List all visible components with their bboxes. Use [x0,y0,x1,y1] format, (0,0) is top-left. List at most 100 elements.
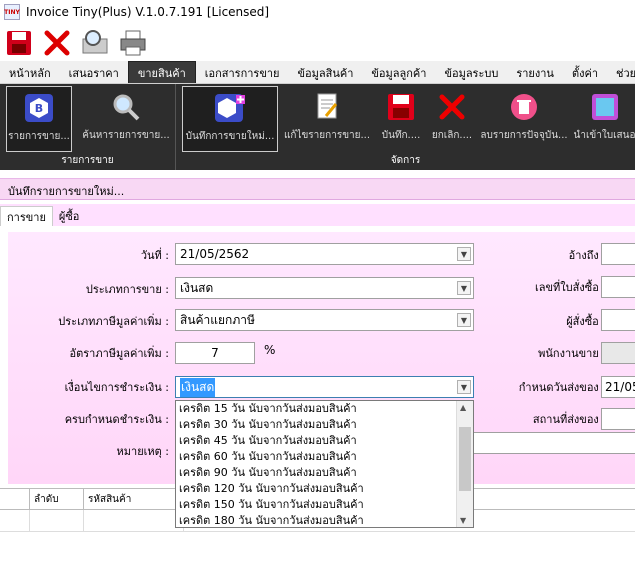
import-quotation-label: นำเข้าใบเสนอ [574,130,635,141]
tab-sales-documents[interactable]: เอกสารการขาย [196,63,289,83]
new-sale-label: บันทึกการขายใหม่... [185,131,275,142]
save-record-button[interactable]: บันทึก.... [376,86,426,152]
quick-toolbar [0,25,635,61]
po-number-input[interactable] [601,276,635,298]
list-item[interactable]: เครดิต 180 วัน นับจากวันส่งมอบสินค้า [176,513,473,527]
document-title: บันทึกรายการขายใหม่... [0,178,635,200]
vat-type-value: สินค้าแยกภาษี [180,312,255,327]
tab-customers[interactable]: ข้อมูลลูกค้า [362,63,435,83]
delivery-place-input[interactable] [601,408,635,430]
tab-sale[interactable]: การขาย [0,206,53,226]
tab-buyer[interactable]: ผู้ซื้อ [52,206,86,226]
note-label: หมายเหตุ : [116,445,169,458]
tab-system[interactable]: ข้อมูลระบบ [435,63,507,83]
edit-sale-label: แก้ไขรายการขาย... [283,130,371,141]
svg-text:B: B [35,102,43,115]
date-label: วันที่ : [140,249,169,262]
tab-home[interactable]: หน้าหลัก [0,63,60,83]
date-value: 21/05/2562 [180,247,250,261]
app-icon: TINY [4,4,20,20]
cancel-icon [435,90,469,124]
delivery-date-input[interactable]: 21/05 [601,376,635,398]
close-icon[interactable] [42,28,72,58]
percent-unit: % [264,343,276,357]
list-item[interactable]: เครดิต 60 วัน นับจากวันส่งมอบสินค้า [176,449,473,465]
po-number-label: เลขที่ใบสั่งซื้อ : [535,281,606,294]
list-item[interactable]: เครดิต 120 วัน นับจากวันส่งมอบสินค้า [176,481,473,497]
delivery-date-label: กำหนดวันส่งของ : [518,381,606,394]
sales-list-icon: B [22,91,56,125]
print-icon[interactable] [118,28,148,58]
vat-rate-label: อัตราภาษีมูลค่าเพิ่ม : [69,347,169,360]
vat-type-select[interactable]: สินค้าแยกภาษี ▼ [175,309,474,331]
reference-input[interactable] [601,243,635,265]
tab-reports[interactable]: รายงาน [507,63,563,83]
ribbon: B รายการขาย... ค้นหารายการขาย... รายการข… [0,84,635,170]
cancel-record-button[interactable]: ยกเลิก.... [428,86,476,152]
ribbon-group-label: รายการขาย [61,155,114,166]
ordered-by-input[interactable] [601,309,635,331]
save-icon [384,90,418,124]
new-sale-button[interactable]: บันทึกการขายใหม่... [182,86,278,152]
menu-bar: หน้าหลัก เสนอราคา ขายสินค้า เอกสารการขาย… [0,61,635,84]
scrollbar-thumb[interactable] [459,427,471,491]
preview-icon[interactable] [80,28,110,58]
dropdown-scrollbar[interactable]: ▲ ▼ [456,401,473,527]
delete-current-label: ลบรายการปัจจุบัน... [480,130,568,141]
column-header-seq[interactable]: ลำดับ [30,489,84,509]
save-icon[interactable] [4,28,34,58]
ribbon-group-sales-list: B รายการขาย... ค้นหารายการขาย... รายการข… [0,84,176,170]
ribbon-group-label: จัดการ [390,155,421,166]
chevron-down-icon[interactable]: ▼ [457,380,471,394]
list-item[interactable]: เครดิต 15 วัน นับจากวันส่งมอบสินค้า [176,401,473,417]
list-item[interactable]: เครดิต 90 วัน นับจากวันส่งมอบสินค้า [176,465,473,481]
trash-icon [507,90,541,124]
tab-sales[interactable]: ขายสินค้า [127,61,196,83]
payment-terms-select[interactable]: เงินสด ▼ [175,376,474,398]
delete-current-button[interactable]: ลบรายการปัจจุบัน... [478,86,570,152]
chevron-down-icon[interactable]: ▼ [457,247,471,261]
chevron-down-icon[interactable]: ▼ [457,281,471,295]
tab-quotation[interactable]: เสนอราคา [60,63,128,83]
list-item[interactable]: เครดิต 45 วัน นับจากวันส่งมอบสินค้า [176,433,473,449]
sales-list-button[interactable]: B รายการขาย... [6,86,72,152]
window-title: Invoice Tiny(Plus) V.1.0.7.191 [Licensed… [26,5,270,19]
import-quotation-button[interactable]: นำเข้าใบเสนอ [574,86,635,152]
search-icon [109,90,143,124]
list-item[interactable]: เครดิต 150 วัน นับจากวันส่งมอบสินค้า [176,497,473,513]
save-record-label: บันทึก.... [381,130,421,141]
sales-list-label: รายการขาย... [8,131,70,142]
search-sales-label: ค้นหารายการขาย... [82,130,170,141]
title-bar: TINY Invoice Tiny(Plus) V.1.0.7.191 [Lic… [0,0,635,24]
chevron-down-icon[interactable]: ▼ [460,516,466,525]
column-header-product-code[interactable]: รหัสสินค้า [84,489,184,509]
tab-settings[interactable]: ตั้งค่า [563,63,607,83]
ribbon-group-manage: บันทึกการขายใหม่... แก้ไขรายการขาย... บั… [176,84,635,170]
sale-type-label: ประเภทการขาย : [85,283,169,296]
salesperson-input[interactable] [601,342,635,364]
tab-help[interactable]: ช่วยเหลือ [607,63,635,83]
date-picker[interactable]: 21/05/2562 ▼ [175,243,474,265]
vat-rate-input[interactable]: 7 [175,342,255,364]
grid-corner [0,489,30,509]
list-item[interactable]: เครดิต 30 วัน นับจากวันส่งมอบสินค้า [176,417,473,433]
chevron-up-icon[interactable]: ▲ [460,403,466,412]
cancel-record-label: ยกเลิก.... [431,130,473,141]
note-input[interactable] [468,432,635,454]
sale-type-select[interactable]: เงินสด ▼ [175,277,474,299]
search-sales-button[interactable]: ค้นหารายการขาย... [78,86,174,152]
payment-terms-value: เงินสด [180,377,216,397]
tab-products[interactable]: ข้อมูลสินค้า [288,63,362,83]
chevron-down-icon[interactable]: ▼ [457,313,471,327]
payment-terms-dropdown: เครดิต 15 วัน นับจากวันส่งมอบสินค้า เครด… [175,400,474,528]
sub-tabs: การขาย ผู้ซื้อ [0,204,635,226]
delivery-place-label: สถานที่ส่งของ : [532,413,606,426]
sale-type-value: เงินสด [180,280,214,295]
due-date-label: ครบกำหนดชำระเงิน : [64,413,169,426]
salesperson-label: พนักงานขาย : [538,347,606,360]
vat-type-label: ประเภทภาษีมูลค่าเพิ่ม : [58,315,169,328]
new-sale-icon [213,91,247,125]
import-quotation-icon [588,90,622,124]
payment-terms-label: เงื่อนไขการชำระเงิน : [64,381,169,394]
edit-sale-button[interactable]: แก้ไขรายการขาย... [282,86,372,152]
